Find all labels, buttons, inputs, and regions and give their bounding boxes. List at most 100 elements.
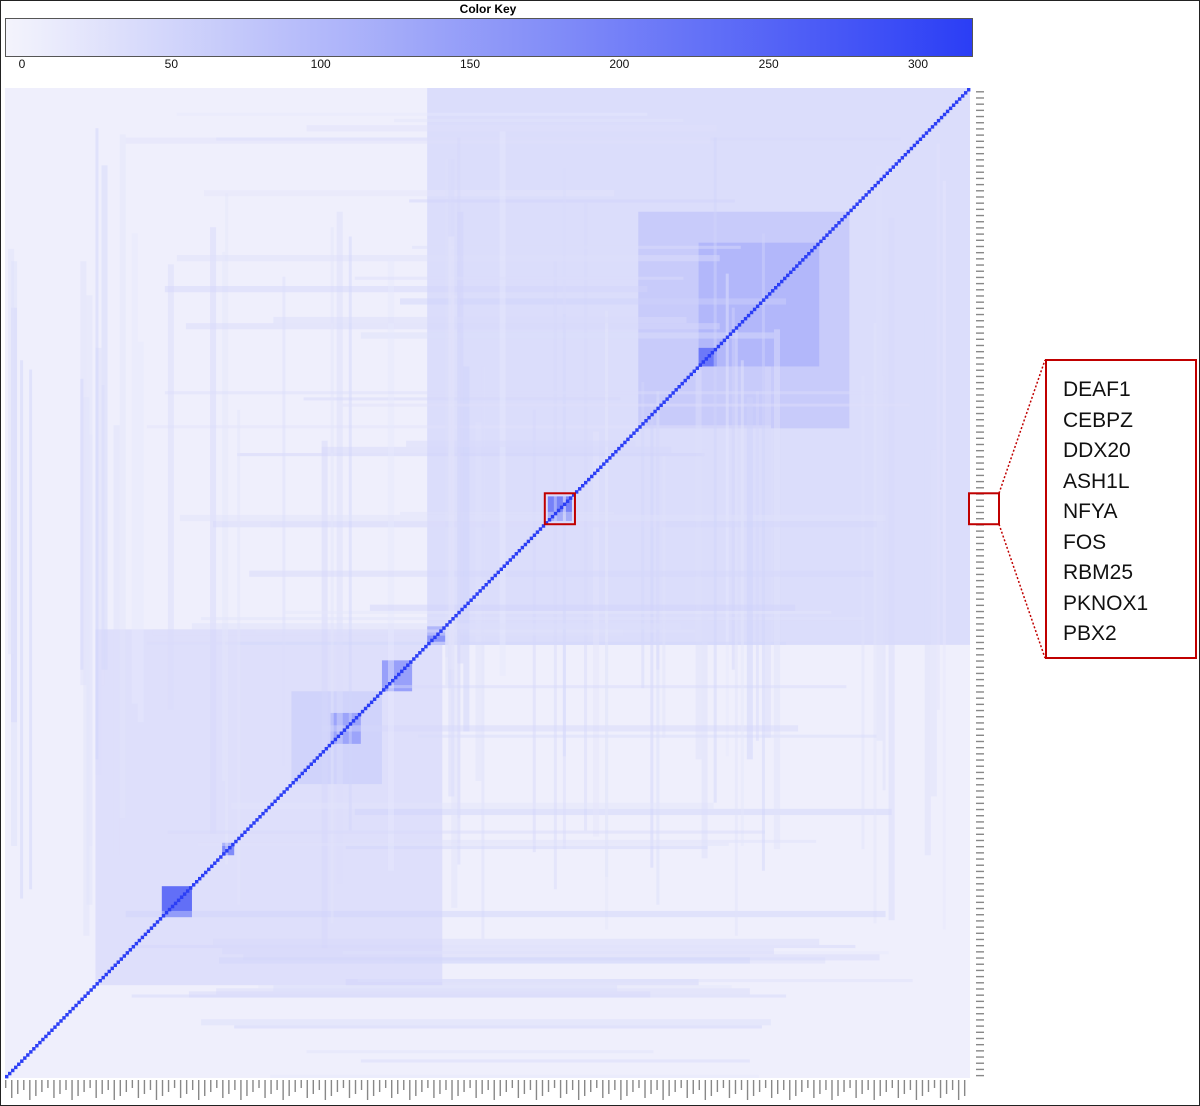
heatmap-diagonal-cell <box>11 1068 15 1073</box>
heatmap-diagonal-cell <box>686 375 690 380</box>
column-label <box>481 1080 483 1094</box>
row-label <box>976 122 984 124</box>
heatmap-diagonal-cell <box>873 183 877 188</box>
heatmap-diagonal-cell <box>623 440 627 445</box>
column-label <box>698 1080 700 1090</box>
heatmap-stripe <box>249 570 874 577</box>
column-label <box>855 1080 857 1098</box>
column-label <box>541 1080 544 1096</box>
heatmap-diagonal-cell <box>650 412 654 417</box>
column-label <box>939 1080 942 1098</box>
heatmap-stripe <box>713 137 717 803</box>
row-label <box>976 1019 984 1021</box>
heatmap-stripe <box>131 233 138 704</box>
column-label <box>342 1080 345 1088</box>
row-label <box>976 109 984 112</box>
column-label <box>384 1080 387 1088</box>
row-label <box>976 350 984 353</box>
row-label <box>976 617 984 619</box>
column-label <box>216 1080 218 1088</box>
heatmap-diagonal-cell <box>909 146 914 151</box>
row-label <box>976 468 984 470</box>
row-label <box>976 623 984 625</box>
row-label <box>976 326 984 328</box>
column-label <box>897 1080 900 1098</box>
heatmap-diagonal-cell <box>80 997 84 1002</box>
column-label <box>740 1080 743 1090</box>
heatmap-diagonal-cell <box>942 112 947 117</box>
heatmap-diagonal-cell <box>285 787 289 791</box>
heatmap-diagonal-cell <box>948 106 953 111</box>
heatmap-diagonal-cell <box>427 641 431 646</box>
column-label <box>198 1080 200 1100</box>
heatmap-diagonal-cell <box>656 406 660 411</box>
heatmap-diagonal-cell <box>119 957 124 961</box>
heatmap-diagonal-cell <box>188 886 193 890</box>
heatmap-diagonal-cell <box>448 620 452 624</box>
heatmap-diagonal-cell <box>29 1050 33 1054</box>
heatmap-diagonal-cell <box>897 159 902 163</box>
heatmap-diagonal-cell <box>460 607 464 612</box>
heatmap-diagonal-cell <box>556 508 561 513</box>
row-label <box>976 802 984 805</box>
column-label <box>873 1080 875 1100</box>
column-label <box>565 1080 568 1094</box>
column-label <box>963 1080 966 1096</box>
heatmap-diagonal-cell <box>858 199 862 203</box>
column-label <box>324 1080 327 1100</box>
heatmap-diagonal-cell <box>387 682 392 686</box>
heatmap-diagonal-cell <box>179 895 184 899</box>
row-label <box>976 91 984 93</box>
heatmap-diagonal-cell <box>653 409 657 414</box>
heatmap-diagonal-cell <box>936 118 941 123</box>
column-label <box>933 1080 936 1088</box>
column-label <box>366 1080 369 1100</box>
row-label <box>976 914 984 916</box>
column-label <box>891 1080 893 1088</box>
row-label <box>976 833 984 835</box>
heatmap-diagonal-cell <box>526 539 531 544</box>
heatmap-diagonal-cell <box>237 836 241 841</box>
heatmap-diagonal-cell <box>155 920 160 924</box>
heatmap-diagonal-cell <box>493 573 497 578</box>
column-label <box>909 1080 912 1090</box>
row-label <box>976 728 984 730</box>
column-label <box>89 1080 91 1088</box>
column-label <box>752 1080 755 1096</box>
heatmap-diagonal-cell <box>960 94 965 98</box>
heatmap-diagonal-cell <box>502 564 506 568</box>
heatmap-diagonal-cell <box>565 499 570 503</box>
column-label <box>23 1080 25 1090</box>
heatmap-stripe <box>282 276 286 766</box>
heatmap-stripe <box>225 193 229 865</box>
heatmap-diagonal-cell <box>562 502 567 507</box>
row-label <box>976 542 984 545</box>
heatmap-stripe <box>360 332 774 339</box>
heatmap-diagonal-cell <box>924 131 929 135</box>
row-label <box>976 369 984 371</box>
row-label <box>976 895 984 897</box>
heatmap-diagonal-cell <box>273 799 277 804</box>
heatmap-stripe <box>882 375 886 791</box>
heatmap-diagonal-cell <box>710 350 715 355</box>
heatmap-diagonal-cell <box>309 762 313 766</box>
column-label <box>722 1080 725 1088</box>
heatmap-diagonal-cell <box>695 366 699 370</box>
row-label <box>976 103 984 105</box>
heatmap-diagonal-cell <box>270 802 274 807</box>
heatmap-diagonal-cell <box>77 1000 81 1005</box>
column-label <box>801 1080 803 1092</box>
heatmap-diagonal-cell <box>228 845 232 850</box>
column-label <box>559 1080 562 1098</box>
heatmap-stripe <box>273 985 618 992</box>
row-label <box>976 146 984 149</box>
heatmap-diagonal-cell <box>816 242 820 247</box>
row-label <box>976 573 984 576</box>
heatmap-diagonal-cell <box>568 496 573 500</box>
heatmap-diagonal-cell <box>840 217 844 222</box>
heatmap-diagonal-cell <box>867 190 871 194</box>
heatmap-stripe <box>354 808 892 816</box>
heatmap-diagonal-cell <box>267 805 271 810</box>
heatmap-diagonal-cell <box>891 165 896 169</box>
column-label <box>674 1080 676 1092</box>
